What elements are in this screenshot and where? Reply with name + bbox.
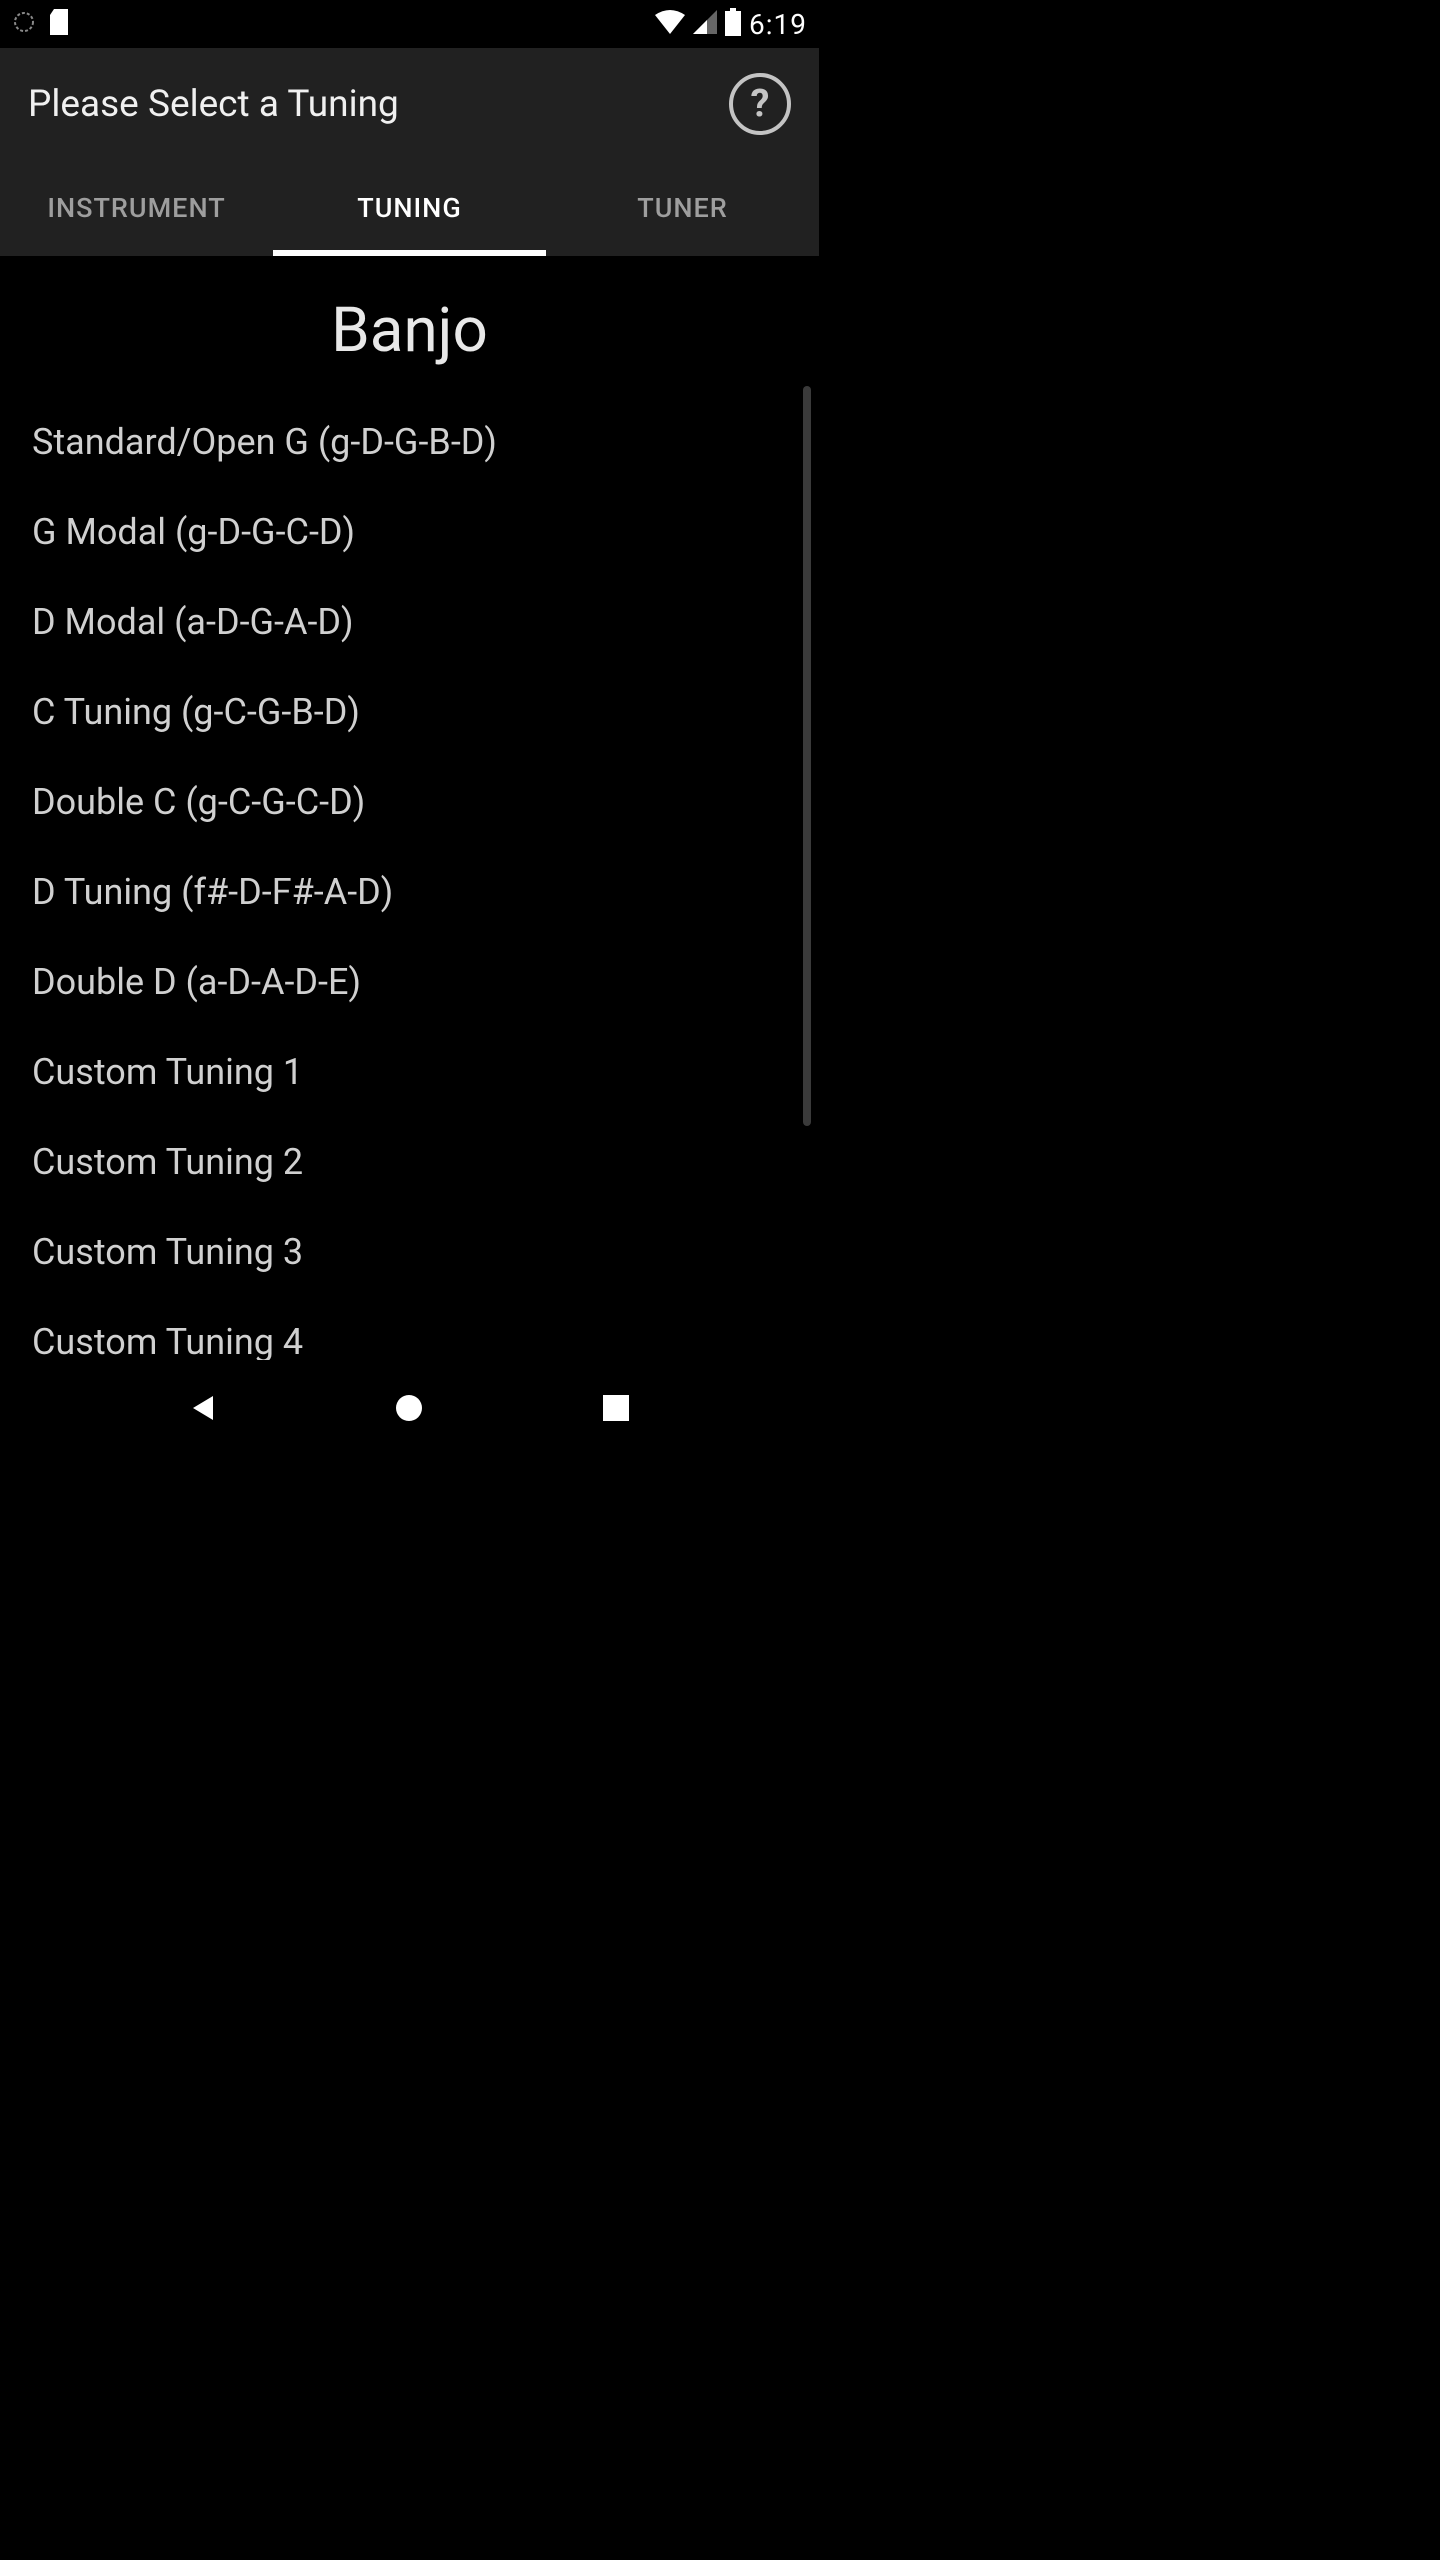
help-icon: ? — [751, 82, 770, 126]
recent-apps-button[interactable] — [596, 1388, 636, 1428]
back-button[interactable] — [183, 1388, 223, 1428]
tuning-item-custom-2[interactable]: Custom Tuning 2 — [32, 1117, 787, 1207]
home-icon — [394, 1393, 424, 1423]
tuning-item-double-c[interactable]: Double C (g-C-G-C-D) — [32, 757, 787, 847]
tuning-item-d-tuning[interactable]: D Tuning (f#-D-F#-A-D) — [32, 847, 787, 937]
tuning-item-double-d[interactable]: Double D (a-D-A-D-E) — [32, 937, 787, 1027]
wifi-icon — [655, 10, 685, 38]
scrollbar[interactable] — [803, 386, 811, 1126]
tuning-list: Standard/Open G (g-D-G-B-D) G Modal (g-D… — [0, 397, 819, 1360]
navigation-bar — [0, 1360, 819, 1456]
tuning-item-custom-4[interactable]: Custom Tuning 4 — [32, 1297, 787, 1360]
tuning-item-custom-3[interactable]: Custom Tuning 3 — [32, 1207, 787, 1297]
recent-icon — [603, 1395, 629, 1421]
status-time: 6:19 — [749, 8, 807, 41]
status-bar: 6:19 — [0, 0, 819, 48]
signal-icon — [693, 10, 717, 38]
tab-tuning[interactable]: TUNING — [273, 160, 546, 256]
tuning-item-custom-1[interactable]: Custom Tuning 1 — [32, 1027, 787, 1117]
loading-icon — [12, 10, 36, 38]
back-icon — [189, 1392, 217, 1424]
status-left — [12, 9, 72, 39]
toolbar: Please Select a Tuning ? — [0, 48, 819, 160]
help-button[interactable]: ? — [729, 73, 791, 135]
tuning-item-standard-open-g[interactable]: Standard/Open G (g-D-G-B-D) — [32, 397, 787, 487]
tab-tuner[interactable]: TUNER — [546, 160, 819, 256]
status-right: 6:19 — [655, 8, 807, 41]
tuning-item-c-tuning[interactable]: C Tuning (g-C-G-B-D) — [32, 667, 787, 757]
home-button[interactable] — [389, 1388, 429, 1428]
content-area: Banjo Standard/Open G (g-D-G-B-D) G Moda… — [0, 256, 819, 1360]
battery-icon — [725, 8, 741, 40]
page-title: Please Select a Tuning — [28, 83, 399, 126]
tab-instrument[interactable]: INSTRUMENT — [0, 160, 273, 256]
tuning-item-d-modal[interactable]: D Modal (a-D-G-A-D) — [32, 577, 787, 667]
instrument-heading: Banjo — [0, 256, 819, 397]
sd-card-icon — [50, 9, 72, 39]
tuning-item-g-modal[interactable]: G Modal (g-D-G-C-D) — [32, 487, 787, 577]
tab-bar: INSTRUMENT TUNING TUNER — [0, 160, 819, 256]
